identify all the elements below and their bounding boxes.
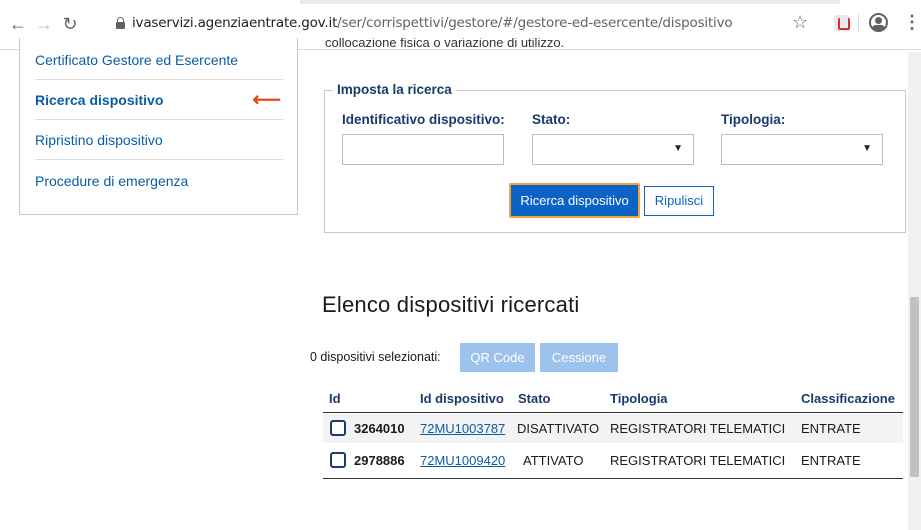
tipologia-label: Tipologia: — [721, 112, 786, 127]
sidebar-item-label: Ricerca dispositivo — [35, 92, 164, 108]
chevron-down-icon: ▼ — [862, 143, 872, 154]
intro-text-cut: collocazione fisica o variazione di util… — [325, 38, 565, 50]
search-legend: Imposta la ricerca — [333, 82, 456, 97]
table-header-divider — [323, 412, 903, 413]
sidebar-item-label: Ripristino dispositivo — [35, 132, 163, 148]
id-dispositivo-label: Identificativo dispositivo: — [342, 112, 505, 127]
stato-select[interactable]: ▼ — [532, 134, 694, 165]
id-dispositivo-input[interactable] — [342, 134, 504, 165]
sidebar-item-emergenza[interactable]: Procedure di emergenza — [35, 161, 283, 201]
page-scrollbar[interactable] — [908, 52, 921, 530]
table-row: 3264010 72MU1003787 DISATTIVATO REGISTRA… — [323, 414, 903, 443]
reload-icon[interactable]: ↻ — [60, 14, 80, 34]
tab-strip — [0, 0, 921, 8]
row-tipologia: REGISTRATORI TELEMATICI — [610, 421, 786, 436]
qr-code-button[interactable]: QR Code — [460, 343, 535, 372]
row-checkbox[interactable] — [330, 452, 346, 468]
column-header-id: Id — [329, 391, 341, 406]
cessione-button[interactable]: Cessione — [540, 343, 618, 372]
chevron-down-icon: ▼ — [673, 143, 683, 154]
pdf-extension-icon[interactable] — [834, 15, 850, 31]
url-domain: ivaservizi.agenziaentrate.gov.it — [132, 15, 338, 31]
sidebar-item-ripristino[interactable]: Ripristino dispositivo — [35, 120, 283, 160]
reset-button[interactable]: Ripulisci — [644, 186, 714, 216]
selected-count: 0 dispositivi selezionati: — [310, 350, 441, 364]
toolbar-divider — [858, 14, 859, 32]
tab-strip-bar — [300, 0, 840, 4]
profile-avatar-icon[interactable] — [869, 13, 888, 32]
sidebar-item-ricerca[interactable]: Ricerca dispositivo ⟵ — [35, 80, 283, 120]
bookmark-star-icon[interactable]: ☆ — [792, 12, 808, 33]
sidebar-item-certificato[interactable]: Certificato Gestore ed Esercente — [35, 40, 283, 80]
column-header-tipologia: Tipologia — [610, 391, 668, 406]
row-device-link[interactable]: 72MU1009420 — [420, 453, 505, 468]
forward-arrow-icon[interactable]: → — [34, 14, 54, 34]
sidebar-item-label: Certificato Gestore ed Esercente — [35, 52, 239, 68]
lock-icon[interactable] — [116, 17, 125, 29]
column-header-stato: Stato — [518, 391, 551, 406]
row-id: 2978886 — [354, 453, 405, 468]
url-path: /ser/corrispettivi/gestore/#/gestore-ed-… — [337, 15, 733, 31]
address-bar[interactable]: ivaservizi.agenziaentrate.gov.it/ser/cor… — [132, 15, 733, 31]
results-title: Elenco dispositivi ricercati — [322, 292, 580, 317]
row-stato: ATTIVATO — [523, 453, 584, 468]
more-menu-icon[interactable]: ⋮ — [903, 12, 921, 32]
table-row: 2978886 72MU1009420 ATTIVATO REGISTRATOR… — [323, 446, 903, 475]
scrollbar-thumb[interactable] — [910, 297, 919, 477]
row-device-link[interactable]: 72MU1003787 — [420, 421, 505, 436]
active-arrow-icon: ⟵ — [252, 89, 281, 111]
back-arrow-icon[interactable]: ← — [8, 14, 28, 34]
table-bottom-divider — [323, 478, 903, 479]
row-id: 3264010 — [354, 421, 405, 436]
sidebar-nav: Certificato Gestore ed Esercente Ricerca… — [19, 38, 298, 215]
column-header-classificazione: Classificazione — [801, 391, 895, 406]
row-checkbox[interactable] — [330, 420, 346, 436]
row-classificazione: ENTRATE — [801, 453, 861, 468]
column-header-id-dispositivo: Id dispositivo — [420, 391, 504, 406]
sidebar-item-label: Procedure di emergenza — [35, 173, 189, 189]
stato-label: Stato: — [532, 112, 571, 127]
tipologia-select[interactable]: ▼ — [721, 134, 883, 165]
search-button[interactable]: Ricerca dispositivo — [509, 183, 640, 218]
row-classificazione: ENTRATE — [801, 421, 861, 436]
row-tipologia: REGISTRATORI TELEMATICI — [610, 453, 786, 468]
row-stato: DISATTIVATO — [517, 421, 600, 436]
